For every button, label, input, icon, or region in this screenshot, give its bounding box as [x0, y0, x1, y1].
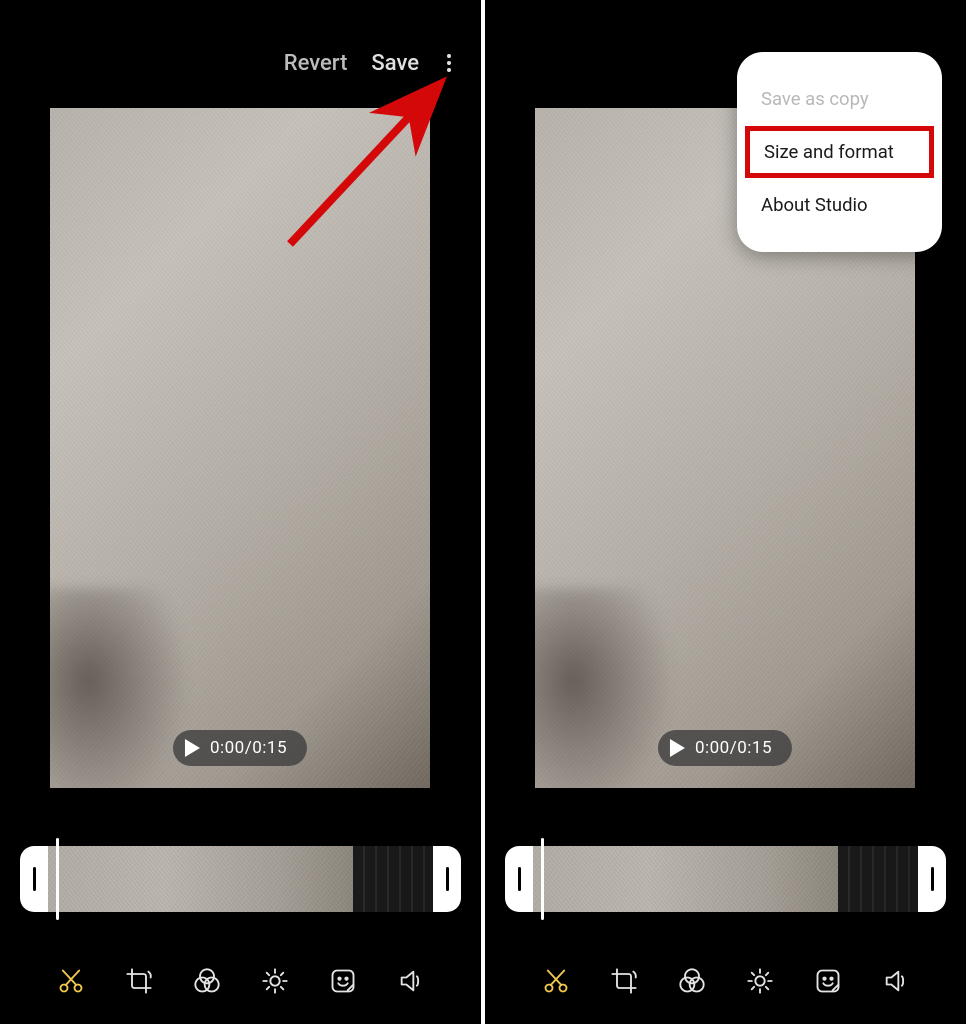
save-button[interactable]: Save	[371, 51, 419, 76]
top-bar: Revert Save	[284, 50, 455, 76]
trim-timeline[interactable]	[505, 846, 946, 912]
filters-tool-icon[interactable]	[677, 966, 707, 996]
timeline-frames[interactable]	[533, 846, 918, 912]
playback-badge[interactable]: 0:00/0:15	[173, 730, 307, 766]
revert-button[interactable]: Revert	[284, 51, 348, 76]
menu-item-size-and-format[interactable]: Size and format	[745, 126, 934, 178]
trim-handle-right[interactable]	[918, 846, 946, 912]
audio-tool-icon[interactable]	[396, 966, 426, 996]
crop-tool-icon[interactable]	[124, 966, 154, 996]
sticker-tool-icon[interactable]	[813, 966, 843, 996]
bottom-toolbar	[0, 966, 481, 996]
sticker-tool-icon[interactable]	[328, 966, 358, 996]
editor-screen-before: Revert Save 0:00/0:15	[0, 0, 481, 1024]
trim-handle-left[interactable]	[20, 846, 48, 912]
bottom-toolbar	[485, 966, 966, 996]
more-options-icon[interactable]	[443, 50, 455, 76]
audio-tool-icon[interactable]	[881, 966, 911, 996]
adjust-tool-icon[interactable]	[260, 966, 290, 996]
overflow-menu: Save as copy Size and format About Studi…	[737, 52, 942, 252]
trim-handle-right[interactable]	[433, 846, 461, 912]
trim-tool-icon[interactable]	[541, 966, 571, 996]
trim-tool-icon[interactable]	[56, 966, 86, 996]
menu-item-save-as-copy[interactable]: Save as copy	[737, 74, 942, 124]
filters-tool-icon[interactable]	[192, 966, 222, 996]
adjust-tool-icon[interactable]	[745, 966, 775, 996]
play-icon	[185, 739, 200, 757]
playhead[interactable]	[541, 838, 544, 920]
playback-badge[interactable]: 0:00/0:15	[658, 730, 792, 766]
video-preview[interactable]: 0:00/0:15	[50, 108, 430, 788]
play-icon	[670, 739, 685, 757]
trim-timeline[interactable]	[20, 846, 461, 912]
menu-item-about-studio[interactable]: About Studio	[737, 180, 942, 230]
timeline-frames[interactable]	[48, 846, 433, 912]
time-display: 0:00/0:15	[695, 738, 772, 758]
crop-tool-icon[interactable]	[609, 966, 639, 996]
editor-screen-menu-open: 0:00/0:15 Save as copy Size and format A…	[485, 0, 966, 1024]
trim-handle-left[interactable]	[505, 846, 533, 912]
playhead[interactable]	[56, 838, 59, 920]
time-display: 0:00/0:15	[210, 738, 287, 758]
